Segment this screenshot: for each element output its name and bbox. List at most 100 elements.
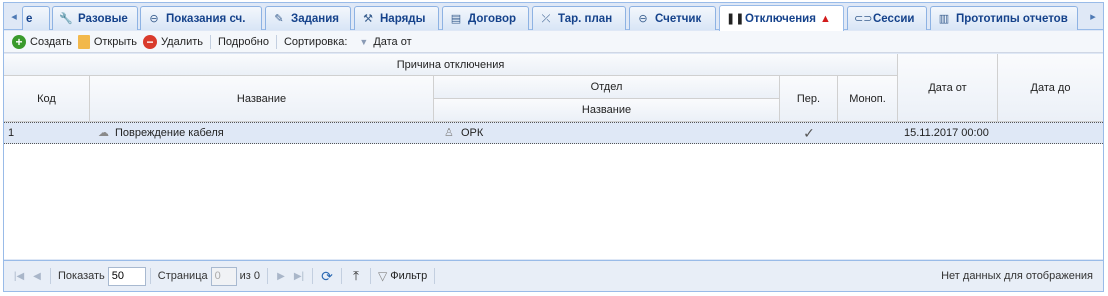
cell-name: ☁ Повреждение кабеля — [90, 123, 434, 143]
toolbar-separator — [275, 34, 277, 49]
disconnections-grid: Причина отключения Дата от Дата до Код Н… — [4, 54, 1103, 259]
pager-separator — [149, 268, 151, 284]
tab-scroll-right-button[interactable]: ▸ — [1085, 7, 1101, 27]
header-text: Код — [37, 92, 56, 105]
wrench-icon: 🔧 — [59, 12, 73, 25]
tab-orders[interactable]: ⚒ Наряды — [354, 6, 439, 30]
header-date-from[interactable]: Дата от — [898, 54, 998, 122]
open-label: Открыть — [93, 35, 138, 48]
filter-label: Фильтр — [390, 270, 428, 282]
tab-label: Разовые — [78, 12, 128, 25]
delete-label: Удалить — [161, 35, 204, 48]
header-text: Название — [581, 104, 632, 116]
tab-partial[interactable]: е — [22, 6, 50, 30]
sort-field-button[interactable]: ▼ Дата от — [350, 33, 414, 51]
first-page-icon[interactable]: |◀ — [10, 271, 28, 282]
tab-label: Показания сч. — [166, 12, 246, 25]
header-text: Отдел — [590, 81, 623, 93]
tab-label: Сессии — [873, 12, 915, 25]
toolbar-separator — [210, 34, 212, 49]
pager-separator — [370, 268, 371, 284]
tab-sessions[interactable]: ⊂⊃ Сессии — [847, 6, 927, 30]
contract-icon: ▤ — [450, 12, 462, 25]
tab-razovye[interactable]: 🔧 Разовые — [52, 6, 138, 30]
header-per[interactable]: Пер. — [780, 76, 838, 122]
tab-report-prototypes[interactable]: ▥ Прототипы отчетов — [930, 6, 1078, 30]
minus-icon: − — [143, 34, 158, 49]
details-button[interactable]: Подробно — [215, 33, 272, 51]
open-button[interactable]: Открыть — [75, 33, 140, 51]
minus-circle-icon: ⊖ — [149, 12, 159, 25]
tab-tariff[interactable]: ⤫ Тар. план — [532, 6, 626, 30]
tab-label: Отключения — [745, 12, 816, 25]
create-button[interactable]: + Создать — [9, 33, 75, 51]
tab-label: Тар. план — [558, 12, 613, 25]
pager-separator — [267, 268, 268, 284]
link-icon: ⊂⊃ — [854, 12, 873, 25]
notepad-icon: ✎ — [274, 12, 284, 25]
header-dept-name[interactable]: Название — [434, 99, 780, 122]
show-label: Показать — [58, 270, 105, 282]
hierarchy-icon: ♙ — [444, 127, 454, 139]
next-page-icon[interactable]: ▶ — [272, 271, 290, 282]
page-number-input[interactable] — [210, 266, 237, 286]
meter-icon: ⊖ — [638, 12, 648, 25]
sort-field-label: Дата от — [373, 35, 412, 48]
header-date-to[interactable]: Дата до — [998, 54, 1103, 122]
tab-label: е — [26, 12, 33, 25]
header-text: Пер. — [796, 92, 821, 105]
pager-separator — [50, 268, 51, 284]
last-page-icon[interactable]: ▶| — [290, 271, 308, 282]
table-row[interactable]: 1 ☁ Повреждение кабеля ♙ ОРК ✓ 15.11.2017 … — [4, 122, 1103, 144]
header-name[interactable]: Название — [90, 76, 434, 122]
header-text: Дата от — [928, 81, 967, 94]
header-text: Причина отключения — [396, 58, 505, 71]
tab-tasks[interactable]: ✎ Задания — [265, 6, 351, 30]
paging-toolbar: |◀ ◀ Показать Страница из 0 ▶ ▶| ⟳ ⤒ ▽ Ф… — [4, 260, 1103, 291]
pause-icon: ❚❚ — [726, 12, 745, 25]
tools-icon: ⚒ — [363, 12, 373, 25]
delete-button[interactable]: − Удалить — [140, 33, 206, 51]
page-size-input[interactable] — [107, 266, 146, 286]
header-text: Моноп. — [849, 92, 886, 105]
cell-date-from: 15.11.2017 00:00 — [904, 127, 989, 139]
cell-dept: ♙ ОРК — [434, 123, 780, 143]
sort-desc-icon: ▼ — [359, 36, 369, 47]
toolbar: + Создать Открыть − Удалить Подробно Сор… — [4, 31, 1103, 53]
tab-readings[interactable]: ⊖ Показания сч. — [140, 6, 262, 30]
empty-status-text: Нет данных для отображения — [941, 270, 1093, 282]
export-icon[interactable]: ⤒ — [346, 268, 366, 284]
pager-separator — [341, 268, 342, 284]
pager-separator — [434, 268, 436, 284]
page-count-label: из 0 — [239, 270, 260, 282]
cloud-icon: ☁ — [98, 127, 109, 139]
tab-disconnections[interactable]: ❚❚ Отключения ▲ — [719, 5, 844, 31]
cell-dept-text: ОРК — [461, 127, 484, 139]
tab-contract[interactable]: ▤ Договор — [442, 6, 529, 30]
cell-date-to — [998, 123, 1103, 143]
report-icon: ▥ — [938, 12, 950, 25]
tab-label: Счетчик — [655, 12, 702, 25]
page-label: Страница — [157, 270, 208, 282]
tab-meter[interactable]: ⊖ Счетчик — [629, 6, 716, 30]
cell-code: 1 — [8, 127, 15, 139]
prev-page-icon[interactable]: ◀ — [28, 271, 46, 282]
create-label: Создать — [30, 35, 72, 48]
filter-button[interactable]: ▽ Фильтр — [375, 267, 430, 285]
tab-label: Договор — [468, 12, 516, 25]
refresh-icon[interactable]: ⟳ — [317, 268, 337, 285]
plus-icon: + — [12, 34, 26, 49]
tab-label: Задания — [291, 12, 340, 25]
tab-strip: ◂ е 🔧 Разовые ⊖ Показания сч. ✎ Задания … — [4, 3, 1103, 31]
header-text: Название — [236, 92, 287, 105]
funnel-icon: ▽ — [378, 269, 388, 283]
tab-scroll-left-button[interactable]: ◂ — [6, 7, 22, 27]
header-monop[interactable]: Моноп. — [838, 76, 898, 122]
tariff-icon: ⤫ — [541, 12, 551, 25]
header-code[interactable]: Код — [4, 76, 90, 122]
sort-label: Сортировка: — [281, 33, 350, 51]
header-group-dept: Отдел — [434, 76, 780, 99]
pager-separator — [312, 268, 313, 284]
cell-monop — [838, 123, 898, 143]
header-group-reason: Причина отключения — [4, 54, 898, 76]
